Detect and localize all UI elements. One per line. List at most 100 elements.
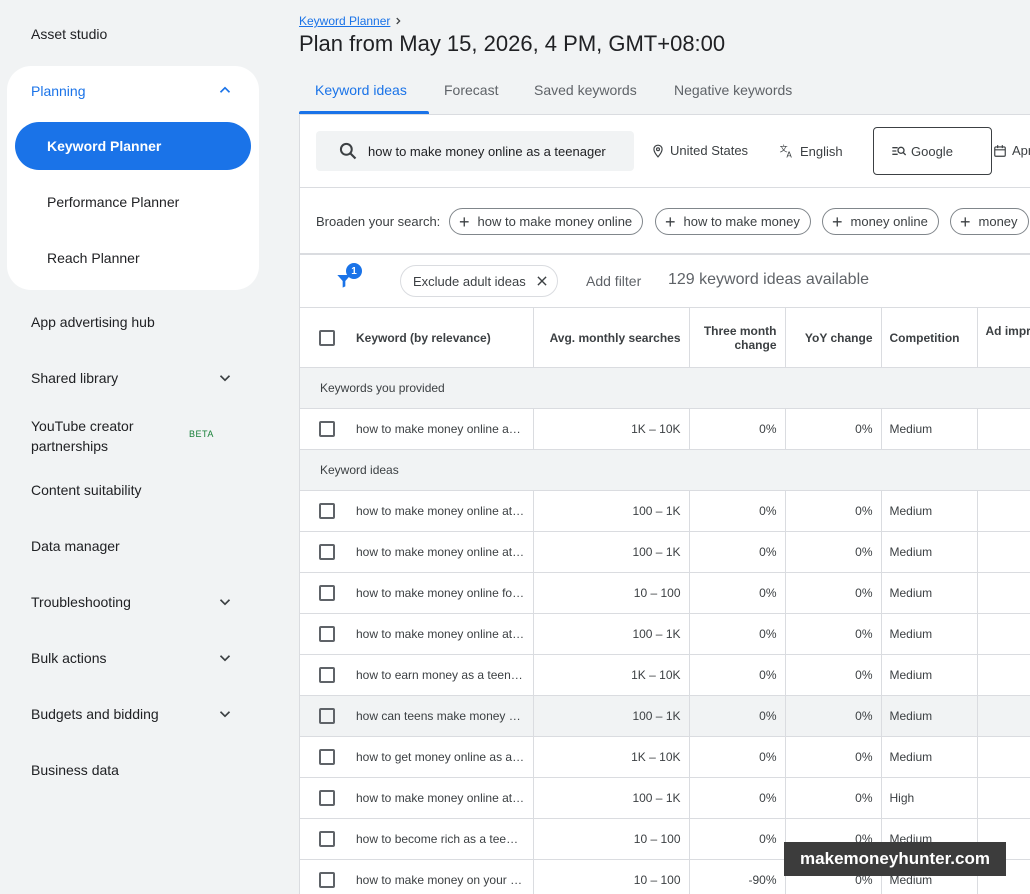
- row-checkbox-cell: [300, 572, 348, 614]
- broaden-chip[interactable]: + how to make money online: [449, 208, 644, 235]
- exclude-adult-chip[interactable]: Exclude adult ideas: [400, 265, 558, 297]
- nav-reach-planner[interactable]: Reach Planner: [47, 250, 140, 266]
- table-row[interactable]: how to make money online at 15 100 – 1K 0%…: [300, 613, 1030, 655]
- nav-troubleshooting[interactable]: Troubleshooting: [31, 594, 131, 610]
- nav-youtube-creator[interactable]: YouTube creator partnerships: [31, 416, 181, 456]
- nav-planning[interactable]: Planning: [31, 83, 86, 99]
- close-icon[interactable]: [535, 274, 549, 288]
- row-checkbox[interactable]: [319, 585, 335, 601]
- competition-cell: Medium: [881, 613, 978, 655]
- row-checkbox[interactable]: [319, 790, 335, 806]
- select-all-checkbox[interactable]: [319, 329, 335, 346]
- network-label: Google: [911, 143, 953, 159]
- chevron-down-icon[interactable]: [216, 649, 234, 667]
- avg-searches-cell: 100 – 1K: [533, 531, 690, 573]
- row-checkbox-cell: [300, 613, 348, 655]
- ideas-count: 129 keyword ideas available: [668, 271, 870, 288]
- select-all-cell: [300, 307, 348, 368]
- table-row[interactable]: how to get money online as a teen 1K – 10…: [300, 736, 1030, 778]
- chevron-up-icon[interactable]: [216, 81, 234, 99]
- three-month-cell: 0%: [689, 736, 786, 778]
- col-avg-searches[interactable]: Avg. monthly searches: [533, 307, 690, 368]
- add-filter-button[interactable]: Add filter: [586, 273, 641, 289]
- competition-cell: Medium: [881, 736, 978, 778]
- row-checkbox[interactable]: [319, 872, 335, 888]
- table-header-row: Keyword (by relevance) Avg. monthly sear…: [300, 307, 1030, 368]
- tab-saved-keywords[interactable]: Saved keywords: [534, 82, 637, 98]
- row-checkbox[interactable]: [319, 503, 335, 519]
- competition-cell: Medium: [881, 490, 978, 532]
- nav-business-data[interactable]: Business data: [31, 762, 119, 778]
- chevron-down-icon[interactable]: [216, 369, 234, 387]
- three-month-cell: -90%: [689, 859, 786, 894]
- table-row[interactable]: how can teens make money online 100 – 1K 0…: [300, 695, 1030, 737]
- broaden-chip[interactable]: + money online: [822, 208, 939, 235]
- location-selector[interactable]: United States: [651, 143, 748, 158]
- nav-label: Keyword Planner: [47, 138, 162, 154]
- breadcrumb[interactable]: Keyword Planner: [299, 14, 403, 28]
- col-competition[interactable]: Competition: [881, 307, 978, 368]
- row-checkbox[interactable]: [319, 667, 335, 683]
- row-checkbox[interactable]: [319, 831, 335, 847]
- col-keyword[interactable]: Keyword (by relevance): [348, 307, 534, 368]
- row-checkbox[interactable]: [319, 749, 335, 765]
- yoy-cell: 0%: [785, 531, 882, 573]
- chevron-down-icon[interactable]: [216, 593, 234, 611]
- watermark: makemoneyhunter.com: [784, 842, 1006, 876]
- tab-keyword-ideas[interactable]: Keyword ideas: [315, 82, 407, 98]
- yoy-cell: 0%: [785, 654, 882, 696]
- ad-impr-cell: [977, 777, 1030, 819]
- yoy-cell: 0%: [785, 695, 882, 737]
- table-row[interactable]: how to make money online at 16 100 – 1K 0%…: [300, 777, 1030, 819]
- yoy-cell: 0%: [785, 408, 882, 450]
- nav-bulk-actions[interactable]: Bulk actions: [31, 650, 106, 666]
- competition-cell: High: [881, 777, 978, 819]
- col-three-month[interactable]: Three month change: [689, 307, 786, 368]
- nav-budgets-bidding[interactable]: Budgets and bidding: [31, 706, 159, 722]
- breadcrumb-link[interactable]: Keyword Planner: [299, 14, 390, 28]
- ad-impr-cell: [977, 695, 1030, 737]
- nav-data-manager[interactable]: Data manager: [31, 538, 120, 554]
- location-pin-icon: [653, 144, 663, 158]
- search-input[interactable]: [368, 143, 628, 159]
- search-box[interactable]: [316, 131, 634, 171]
- yoy-cell: 0%: [785, 736, 882, 778]
- table-row[interactable]: how to make money online for teens 10 – 1…: [300, 572, 1030, 614]
- table-row[interactable]: how to make money online as a teenager 1…: [300, 408, 1030, 450]
- section-label: Keywords you provided: [300, 367, 1030, 409]
- network-selector[interactable]: Google: [873, 127, 992, 175]
- nav-performance-planner[interactable]: Performance Planner: [47, 194, 179, 210]
- ad-impr-cell: [977, 613, 1030, 655]
- yoy-cell: 0%: [785, 613, 882, 655]
- nav-shared-library[interactable]: Shared library: [31, 370, 118, 386]
- avg-searches-cell: 10 – 100: [533, 818, 690, 860]
- tab-negative-keywords[interactable]: Negative keywords: [674, 82, 792, 98]
- broaden-chip[interactable]: + how to make money: [655, 208, 811, 235]
- tab-forecast[interactable]: Forecast: [444, 82, 498, 98]
- table-row[interactable]: how to make money online at 13 100 – 1K 0%…: [300, 531, 1030, 573]
- row-checkbox[interactable]: [319, 421, 335, 437]
- three-month-cell: 0%: [689, 572, 786, 614]
- row-checkbox[interactable]: [319, 626, 335, 642]
- col-ad-impr[interactable]: Ad impre: [977, 307, 1030, 368]
- broaden-chip[interactable]: + money: [950, 208, 1029, 235]
- col-yoy[interactable]: YoY change: [785, 307, 882, 368]
- row-checkbox[interactable]: [319, 708, 335, 724]
- date-range-selector[interactable]: Apr: [993, 143, 1030, 158]
- nav-asset-studio[interactable]: Asset studio: [31, 26, 107, 42]
- nav-content-suitability[interactable]: Content suitability: [31, 482, 142, 498]
- plus-icon: +: [960, 211, 971, 232]
- keyword-table: Keyword (by relevance) Avg. monthly sear…: [300, 307, 1030, 894]
- nav-keyword-planner[interactable]: Keyword Planner: [15, 122, 251, 170]
- chip-label: money: [978, 214, 1018, 229]
- avg-searches-cell: 10 – 100: [533, 859, 690, 894]
- chevron-down-icon[interactable]: [216, 705, 234, 723]
- table-row[interactable]: how to make money online at 14 100 – 1K 0%…: [300, 490, 1030, 532]
- ad-impr-cell: [977, 572, 1030, 614]
- language-selector[interactable]: 文A English: [779, 143, 843, 160]
- row-checkbox[interactable]: [319, 544, 335, 560]
- keyword-cell: how to earn money as a teenager: [348, 654, 534, 696]
- yoy-cell: 0%: [785, 777, 882, 819]
- table-row[interactable]: how to earn money as a teenager 1K – 10K 0…: [300, 654, 1030, 696]
- nav-app-advertising-hub[interactable]: App advertising hub: [31, 314, 155, 330]
